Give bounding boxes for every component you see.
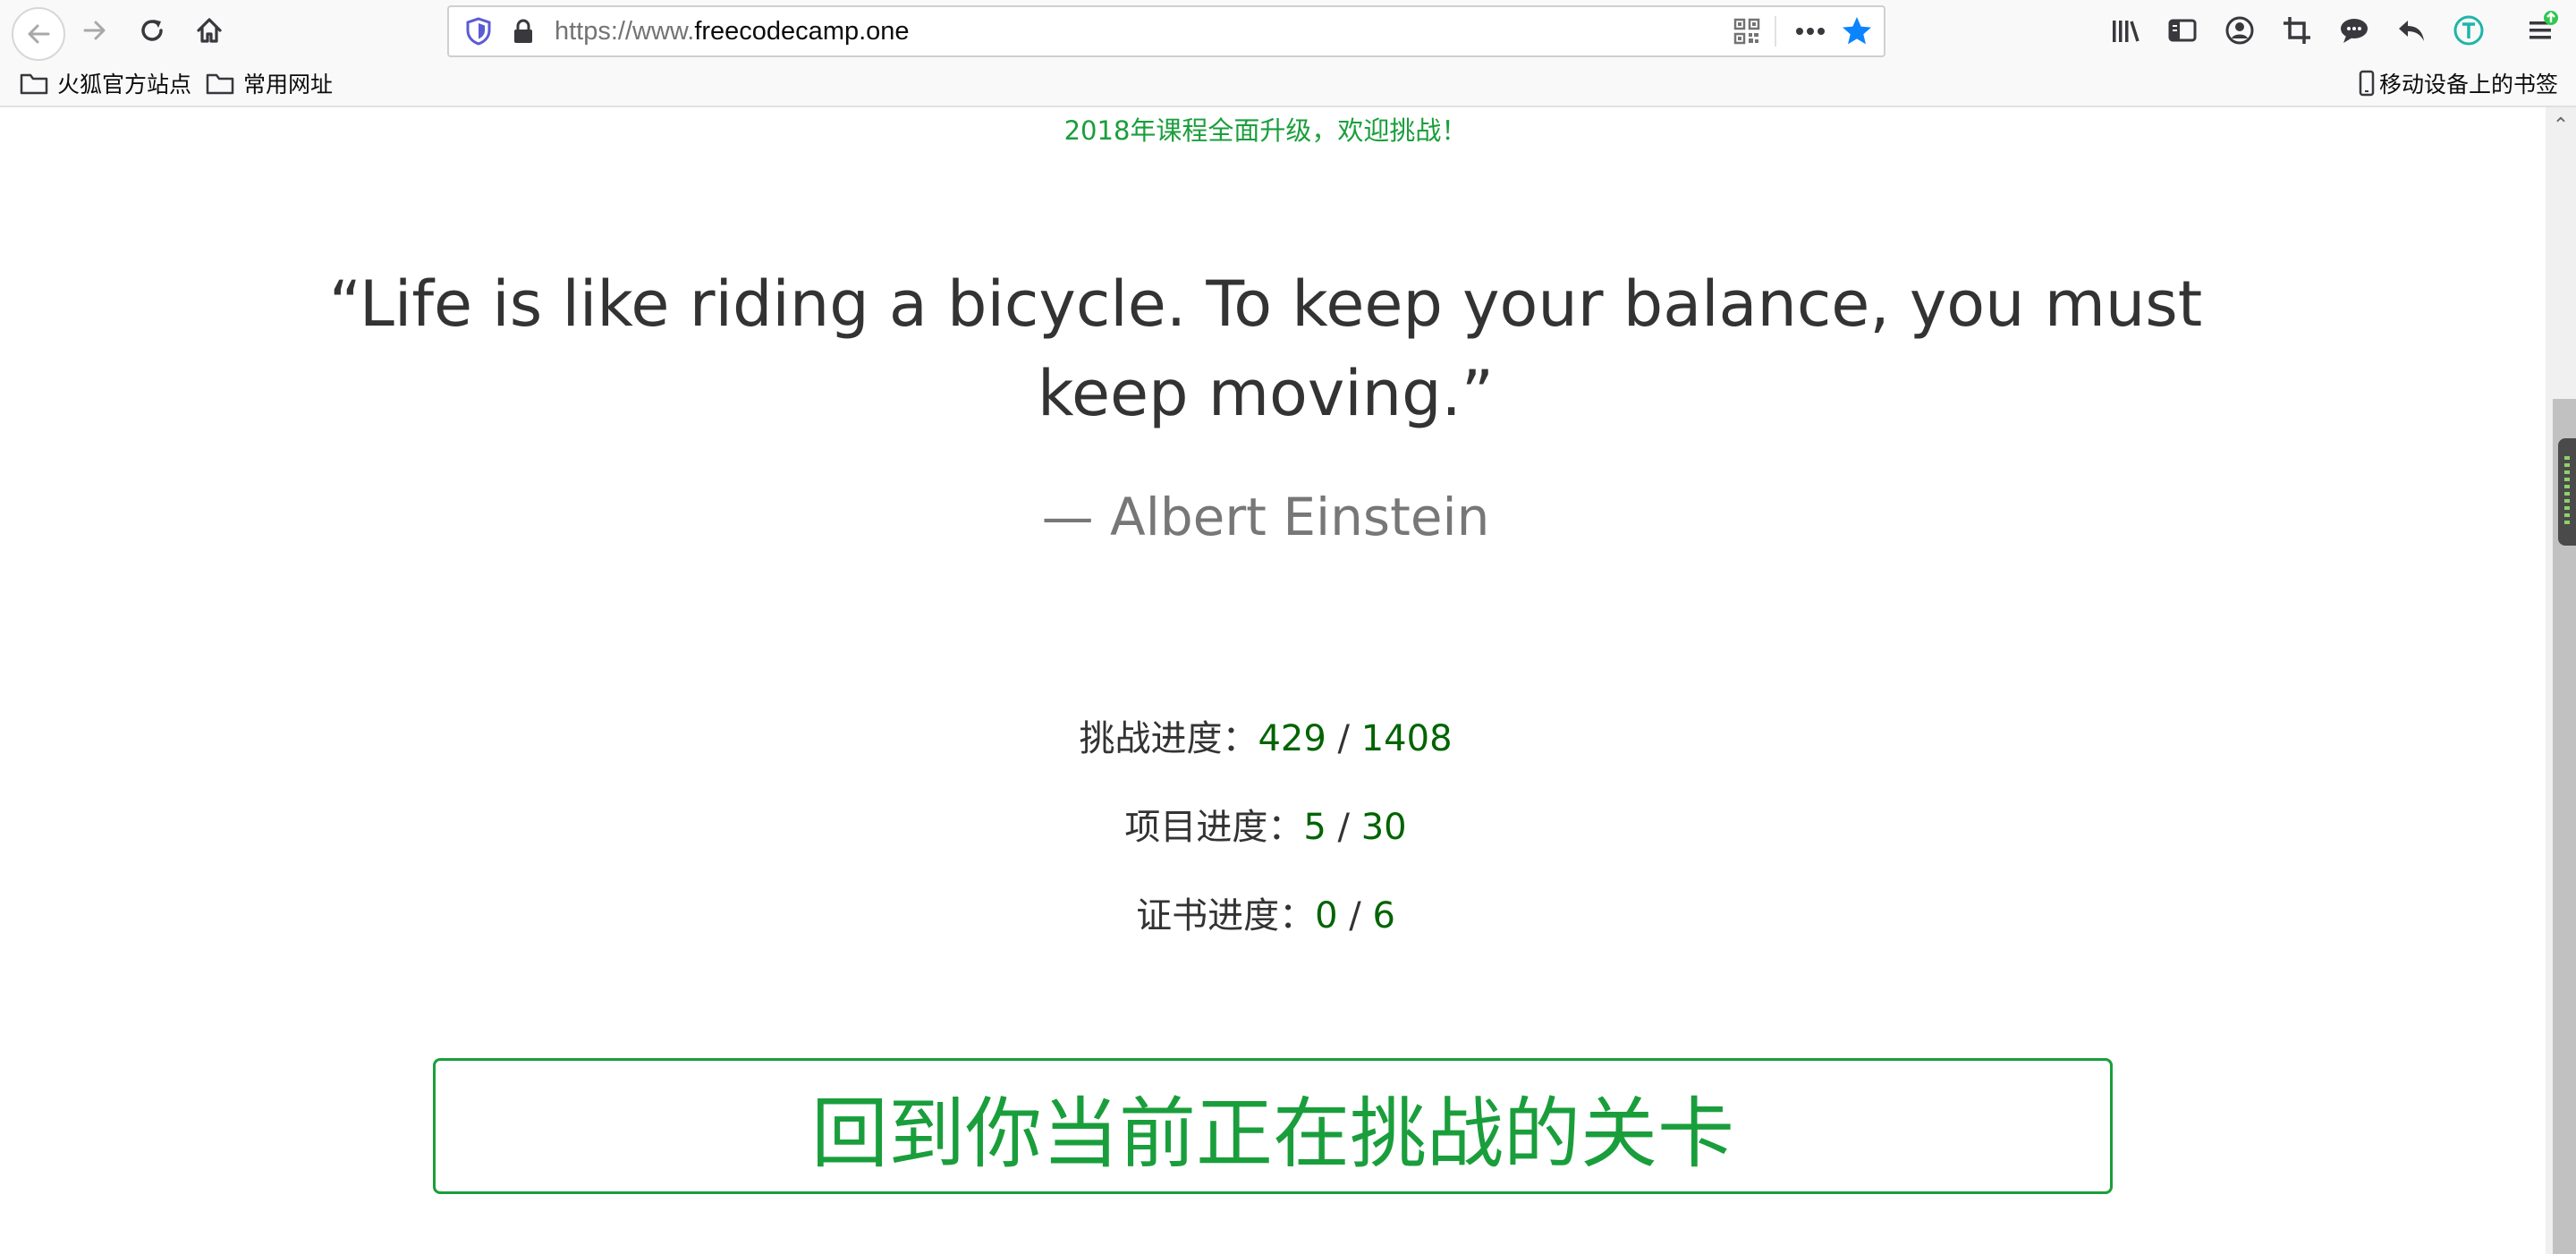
progress-total: 30 (1360, 807, 1407, 848)
resume-challenge-button[interactable]: 回到你当前正在挑战的关卡 (433, 1058, 2113, 1194)
bookmark-label: 常用网址 (243, 72, 334, 97)
progress-done: 5 (1303, 807, 1326, 848)
quote-author: — Albert Einstein (1041, 487, 1490, 547)
progress-separator: / (1326, 718, 1361, 759)
progress-done: 0 (1315, 895, 1338, 936)
folder-icon (20, 73, 48, 95)
url-separator (1775, 16, 1776, 47)
browser-toolbar: https://www.freecodecamp.one (0, 0, 2576, 61)
url-protocol: https://www. (555, 17, 695, 46)
progress-separator: / (1326, 807, 1361, 848)
star-icon[interactable] (1839, 14, 1875, 48)
url-bar[interactable]: https://www.freecodecamp.one (447, 5, 1885, 57)
more-dots-icon[interactable] (1792, 16, 1828, 47)
mobile-bookmarks-label: 移动设备上的书签 (2379, 72, 2559, 97)
back-arrow-icon (28, 24, 50, 44)
reload-button[interactable] (129, 7, 175, 54)
bookmark-folder-common[interactable]: 常用网址 (206, 61, 333, 106)
bookmark-folder-firefox[interactable]: 火狐官方站点 (20, 61, 191, 106)
mobile-device-icon (2359, 70, 2375, 97)
hamburger-menu-icon[interactable] (2522, 9, 2562, 48)
page-scrollbar[interactable]: ⌃ (2546, 107, 2576, 1254)
challenge-progress: 挑战进度：429 / 1408 (0, 714, 2531, 764)
side-panel-handle[interactable] (2558, 438, 2576, 546)
url-host: freecodecamp.one (694, 17, 910, 46)
home-button[interactable] (186, 7, 233, 54)
quote-text: “Life is like riding a bicycle. To keep … (328, 267, 2203, 430)
progress-label: 挑战进度： (1079, 718, 1258, 759)
progress-total: 6 (1372, 895, 1395, 936)
qr-code-icon[interactable] (1732, 16, 1762, 47)
account-icon[interactable] (2220, 11, 2259, 50)
forward-arrow-icon (83, 21, 106, 40)
announcement-banner: 2018年课程全面升级，欢迎挑战！ (1063, 115, 1468, 146)
progress-label: 项目进度： (1124, 807, 1304, 848)
progress-total: 1408 (1360, 718, 1453, 759)
folder-icon (206, 73, 234, 95)
scroll-up-icon[interactable]: ⌃ (2546, 107, 2576, 143)
undo-arrow-icon[interactable] (2392, 11, 2431, 50)
library-icon[interactable] (2106, 11, 2145, 50)
chat-bubble-icon[interactable] (2334, 11, 2374, 50)
mobile-bookmarks[interactable]: 移动设备上的书签 (2358, 61, 2558, 106)
tracking-shield-icon[interactable] (462, 14, 496, 48)
progress-label: 证书进度： (1136, 895, 1316, 936)
reload-icon (141, 20, 163, 41)
side-panel-indicator (2564, 456, 2570, 528)
url-text[interactable]: https://www.freecodecamp.one (555, 7, 910, 55)
bookmark-label: 火狐官方站点 (57, 72, 192, 97)
bookmarks-bar: 火狐官方站点 常用网址 移动设备上的书签 (0, 61, 2576, 107)
progress-done: 429 (1258, 718, 1326, 759)
project-progress: 项目进度：5 / 30 (0, 802, 2531, 852)
progress-separator: / (1337, 895, 1373, 936)
home-icon (197, 18, 222, 43)
crop-icon[interactable] (2277, 11, 2317, 50)
lock-icon[interactable] (508, 16, 538, 47)
sidebar-icon[interactable] (2163, 11, 2202, 50)
certificate-progress: 证书进度：0 / 6 (0, 891, 2531, 941)
t-circle-icon[interactable] (2449, 11, 2488, 50)
page-content: 2018年课程全面升级，欢迎挑战！ “Life is like riding a… (0, 107, 2546, 1254)
forward-button[interactable] (72, 7, 118, 54)
back-button[interactable] (12, 7, 65, 61)
